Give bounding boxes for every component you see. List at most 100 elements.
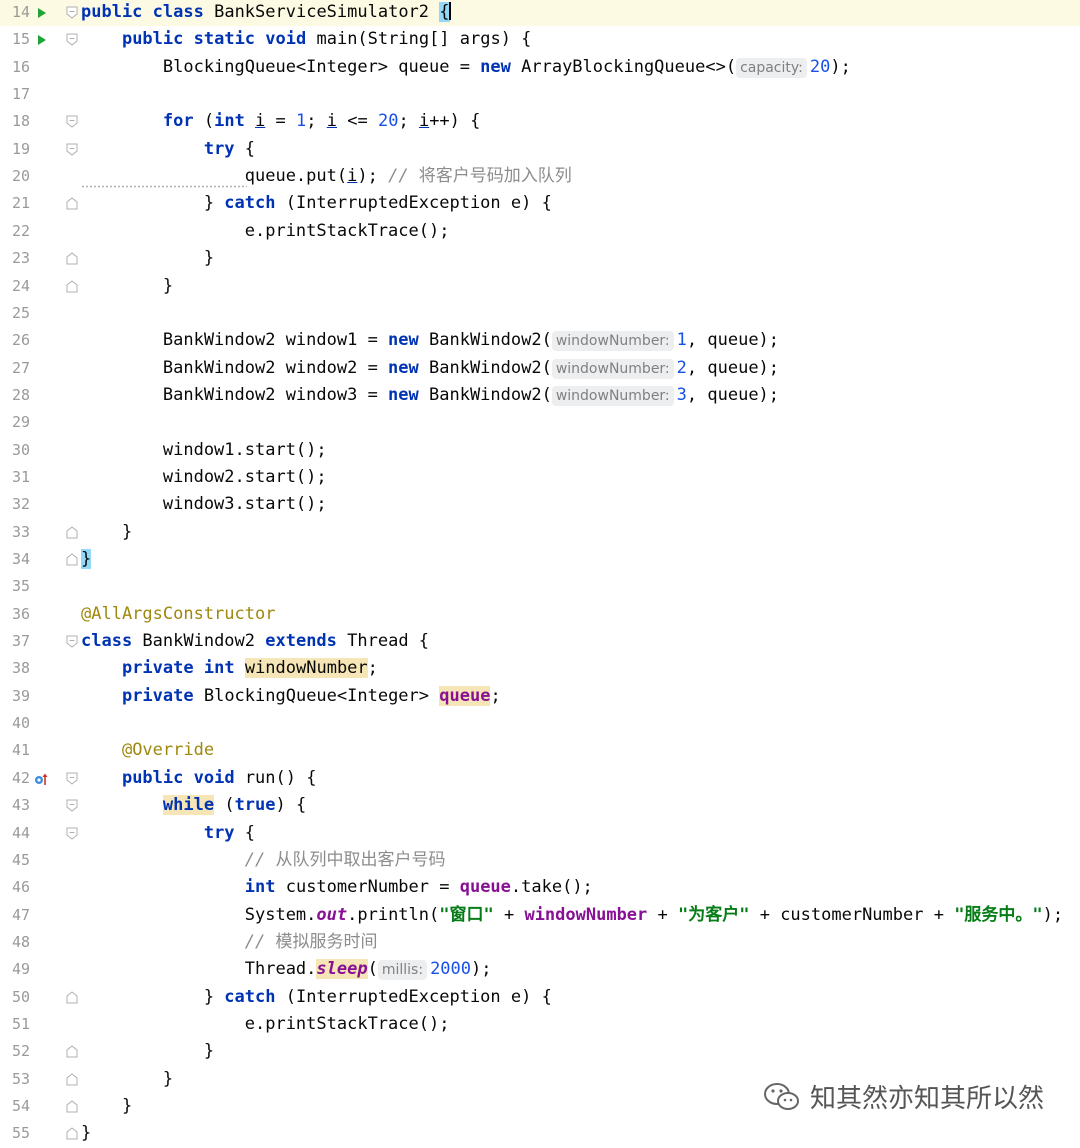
code-line[interactable]: 34} bbox=[0, 546, 1080, 573]
line-number[interactable]: 54 bbox=[0, 1093, 30, 1120]
code-text[interactable]: try { bbox=[81, 136, 255, 163]
fold-open-icon[interactable] bbox=[66, 799, 78, 812]
code-line[interactable]: 47 System.out.println("窗口" + windowNumbe… bbox=[0, 902, 1080, 929]
code-text[interactable]: for (int i = 1; i <= 20; i++) { bbox=[81, 108, 480, 135]
code-text[interactable]: while (true) { bbox=[81, 792, 306, 819]
override-method-icon[interactable] bbox=[34, 772, 48, 786]
line-number[interactable]: 25 bbox=[0, 300, 30, 327]
line-number[interactable]: 18 bbox=[0, 108, 30, 135]
line-number[interactable]: 40 bbox=[0, 710, 30, 737]
code-line[interactable]: 39 private BlockingQueue<Integer> queue; bbox=[0, 683, 1080, 710]
code-line[interactable]: 38 private int windowNumber; bbox=[0, 655, 1080, 682]
fold-open-icon[interactable] bbox=[66, 827, 78, 840]
code-line[interactable]: 49 Thread.sleep(millis: 2000); bbox=[0, 956, 1080, 983]
fold-open-icon[interactable] bbox=[66, 635, 78, 648]
fold-open-icon[interactable] bbox=[66, 772, 78, 785]
code-line[interactable]: 43 while (true) { bbox=[0, 792, 1080, 819]
code-line[interactable]: 46 int customerNumber = queue.take(); bbox=[0, 874, 1080, 901]
run-icon[interactable] bbox=[34, 6, 48, 20]
line-number[interactable]: 36 bbox=[0, 601, 30, 628]
line-number[interactable]: 53 bbox=[0, 1066, 30, 1093]
code-line[interactable]: 15 public static void main(String[] args… bbox=[0, 26, 1080, 53]
code-text[interactable]: } bbox=[81, 1093, 132, 1120]
line-number[interactable]: 22 bbox=[0, 218, 30, 245]
code-text[interactable]: // 模拟服务时间 bbox=[81, 929, 378, 956]
code-text[interactable]: public static void main(String[] args) { bbox=[81, 26, 531, 53]
code-line[interactable]: 32 window3.start(); bbox=[0, 491, 1080, 518]
code-text[interactable]: e.printStackTrace(); bbox=[81, 218, 450, 245]
code-text[interactable]: System.out.println("窗口" + windowNumber +… bbox=[81, 902, 1063, 929]
fold-close-icon[interactable] bbox=[66, 197, 78, 210]
code-line[interactable]: 48 // 模拟服务时间 bbox=[0, 929, 1080, 956]
line-number[interactable]: 19 bbox=[0, 136, 30, 163]
fold-open-icon[interactable] bbox=[66, 115, 78, 129]
line-number[interactable]: 49 bbox=[0, 956, 30, 983]
code-line[interactable]: 16 BlockingQueue<Integer> queue = new Ar… bbox=[0, 54, 1080, 81]
code-line[interactable]: 50 } catch (InterruptedException e) { bbox=[0, 984, 1080, 1011]
line-number[interactable]: 45 bbox=[0, 847, 30, 874]
fold-close-icon[interactable] bbox=[66, 526, 78, 539]
line-number[interactable]: 21 bbox=[0, 190, 30, 217]
fold-open-icon[interactable] bbox=[66, 33, 78, 46]
code-line[interactable]: 42 public void run() { bbox=[0, 765, 1080, 792]
code-line[interactable]: 26 BankWindow2 window1 = new BankWindow2… bbox=[0, 327, 1080, 354]
line-number[interactable]: 31 bbox=[0, 464, 30, 491]
fold-close-icon[interactable] bbox=[66, 1073, 78, 1086]
fold-close-icon[interactable] bbox=[66, 1100, 78, 1113]
code-line[interactable]: 17 bbox=[0, 81, 1080, 108]
code-text[interactable]: } bbox=[81, 1038, 214, 1065]
line-number[interactable]: 35 bbox=[0, 573, 30, 600]
fold-close-icon[interactable] bbox=[66, 1127, 78, 1140]
code-text[interactable]: } catch (InterruptedException e) { bbox=[81, 190, 552, 217]
code-line[interactable]: 35 bbox=[0, 573, 1080, 600]
line-number[interactable]: 37 bbox=[0, 628, 30, 655]
line-number[interactable]: 42 bbox=[0, 765, 30, 792]
code-text[interactable]: Thread.sleep(millis: 2000); bbox=[81, 956, 492, 983]
line-number[interactable]: 39 bbox=[0, 683, 30, 710]
code-text[interactable]: e.printStackTrace(); bbox=[81, 1011, 450, 1038]
fold-close-icon[interactable] bbox=[66, 990, 78, 1004]
line-number[interactable]: 44 bbox=[0, 820, 30, 847]
code-line[interactable]: 44 try { bbox=[0, 820, 1080, 847]
code-line[interactable]: 37 class BankWindow2 extends Thread { bbox=[0, 628, 1080, 655]
line-number[interactable]: 24 bbox=[0, 273, 30, 300]
line-number[interactable]: 33 bbox=[0, 519, 30, 546]
line-number[interactable]: 17 bbox=[0, 81, 30, 108]
code-line[interactable]: 24 } bbox=[0, 273, 1080, 300]
line-number[interactable]: 48 bbox=[0, 929, 30, 956]
line-number[interactable]: 27 bbox=[0, 355, 30, 382]
line-number[interactable]: 43 bbox=[0, 792, 30, 819]
code-text[interactable]: } bbox=[81, 1120, 91, 1147]
fold-open-icon[interactable] bbox=[66, 143, 78, 156]
line-number[interactable]: 28 bbox=[0, 382, 30, 409]
line-number[interactable]: 14 bbox=[0, 0, 30, 26]
code-text[interactable]: @AllArgsConstructor bbox=[81, 601, 275, 628]
code-line[interactable]: 31 window2.start(); bbox=[0, 464, 1080, 491]
code-text[interactable]: window3.start(); bbox=[81, 491, 327, 518]
code-line[interactable]: 41 @Override bbox=[0, 737, 1080, 764]
code-text[interactable]: int customerNumber = queue.take(); bbox=[81, 874, 593, 901]
code-text[interactable]: class BankWindow2 extends Thread { bbox=[81, 628, 429, 655]
line-number[interactable]: 23 bbox=[0, 245, 30, 272]
code-line[interactable]: 27 BankWindow2 window2 = new BankWindow2… bbox=[0, 355, 1080, 382]
code-text[interactable]: } bbox=[81, 273, 173, 300]
line-number[interactable]: 20 bbox=[0, 163, 30, 190]
code-text[interactable]: BankWindow2 window1 = new BankWindow2(wi… bbox=[81, 327, 779, 354]
code-text[interactable]: } catch (InterruptedException e) { bbox=[81, 984, 552, 1011]
code-text[interactable]: } bbox=[81, 546, 92, 573]
line-number[interactable]: 30 bbox=[0, 437, 30, 464]
fold-open-icon[interactable] bbox=[66, 6, 78, 19]
line-number[interactable]: 26 bbox=[0, 327, 30, 354]
code-line[interactable]: 25 bbox=[0, 300, 1080, 327]
fold-close-icon[interactable] bbox=[66, 553, 78, 566]
line-number[interactable]: 41 bbox=[0, 737, 30, 764]
code-line[interactable]: 45 // 从队列中取出客户号码 bbox=[0, 847, 1080, 874]
code-line[interactable]: 14 public class BankServiceSimulator2 { bbox=[0, 0, 1080, 27]
fold-close-icon[interactable] bbox=[66, 1045, 78, 1058]
line-number[interactable]: 55 bbox=[0, 1120, 30, 1147]
code-text[interactable]: @Override bbox=[81, 737, 214, 764]
code-line[interactable]: 51 e.printStackTrace(); bbox=[0, 1011, 1080, 1038]
code-line[interactable]: 20 queue.put(i); // 将客户号码加入队列 bbox=[0, 163, 1080, 190]
code-text[interactable]: window2.start(); bbox=[81, 464, 327, 491]
line-number[interactable]: 38 bbox=[0, 655, 30, 682]
